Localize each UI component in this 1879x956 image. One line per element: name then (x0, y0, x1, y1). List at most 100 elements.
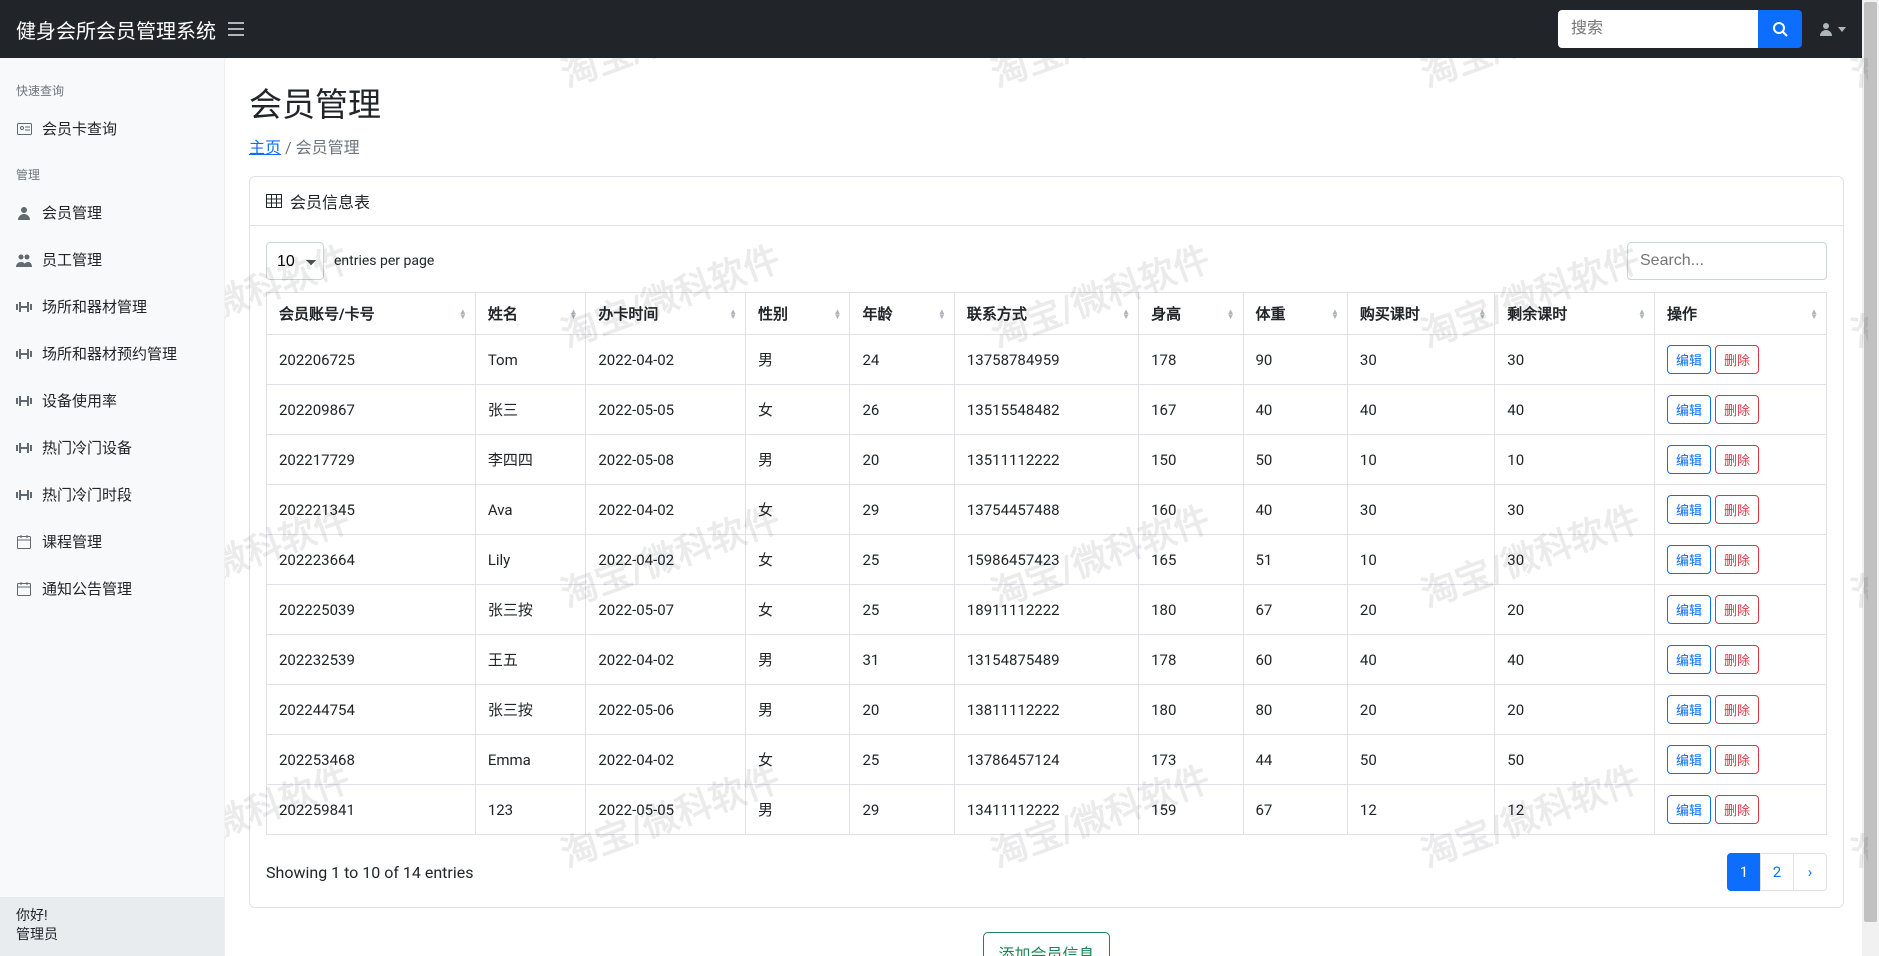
cell-actions: 编辑删除 (1654, 435, 1826, 485)
delete-button[interactable]: 删除 (1715, 595, 1759, 624)
greeting-label: 你好! (16, 907, 208, 927)
page-next-button[interactable]: › (1793, 853, 1827, 891)
column-header[interactable]: 体重▲▼ (1243, 293, 1347, 335)
sort-icon: ▲▼ (569, 309, 577, 319)
cell-actions: 编辑删除 (1654, 635, 1826, 685)
vertical-scrollbar[interactable] (1862, 0, 1879, 956)
id-card-icon (16, 123, 32, 135)
caret-down-icon (1838, 27, 1846, 32)
edit-button[interactable]: 编辑 (1667, 795, 1711, 824)
page-button-2[interactable]: 2 (1760, 853, 1794, 891)
table-row: 2022598411232022-05-05男29134111122221596… (267, 785, 1827, 835)
sidebar-item-label: 热门冷门设备 (42, 437, 132, 458)
column-header[interactable]: 年龄▲▼ (850, 293, 954, 335)
table-row: 202244754张三按2022-05-06男20138111122221808… (267, 685, 1827, 735)
column-header[interactable]: 办卡时间▲▼ (586, 293, 746, 335)
cell-name: Emma (475, 735, 586, 785)
user-menu[interactable] (1812, 15, 1852, 43)
cell-date: 2022-05-07 (586, 585, 746, 635)
edit-button[interactable]: 编辑 (1667, 545, 1711, 574)
cell-buy: 50 (1347, 735, 1494, 785)
table-row: 202232539王五2022-04-02男311315487548917860… (267, 635, 1827, 685)
cell-actions: 编辑删除 (1654, 485, 1826, 535)
cell-age: 31 (850, 635, 954, 685)
users-icon (16, 253, 32, 267)
cell-rem: 40 (1495, 385, 1655, 435)
cell-actions: 编辑删除 (1654, 385, 1826, 435)
edit-button[interactable]: 编辑 (1667, 345, 1711, 374)
delete-button[interactable]: 删除 (1715, 395, 1759, 424)
sidebar-heading-manage: 管理 (0, 152, 224, 189)
delete-button[interactable]: 删除 (1715, 545, 1759, 574)
cell-age: 25 (850, 585, 954, 635)
cell-date: 2022-04-02 (586, 485, 746, 535)
column-header[interactable]: 姓名▲▼ (475, 293, 586, 335)
cell-actions: 编辑删除 (1654, 585, 1826, 635)
table-row: 202221345Ava2022-04-02女29137544574881604… (267, 485, 1827, 535)
table-row: 202209867张三2022-05-05女261351554848216740… (267, 385, 1827, 435)
sidebar-item-member[interactable]: 会员管理 (0, 189, 224, 236)
delete-button[interactable]: 删除 (1715, 745, 1759, 774)
dumbbell-icon (16, 490, 32, 500)
cell-w: 80 (1243, 685, 1347, 735)
breadcrumb-current: 会员管理 (296, 138, 360, 157)
cell-sex: 男 (746, 635, 850, 685)
sidebar-item-booking[interactable]: 场所和器材预约管理 (0, 330, 224, 377)
edit-button[interactable]: 编辑 (1667, 645, 1711, 674)
sidebar-item-notice[interactable]: 通知公告管理 (0, 565, 224, 612)
page-button-1[interactable]: 1 (1727, 853, 1761, 891)
column-header[interactable]: 身高▲▼ (1139, 293, 1243, 335)
sidebar-item-card-query[interactable]: 会员卡查询 (0, 105, 224, 152)
edit-button[interactable]: 编辑 (1667, 495, 1711, 524)
delete-button[interactable]: 删除 (1715, 345, 1759, 374)
column-header[interactable]: 购买课时▲▼ (1347, 293, 1494, 335)
cell-h: 173 (1139, 735, 1243, 785)
column-header[interactable]: 操作▲▼ (1654, 293, 1826, 335)
sort-icon: ▲▼ (938, 309, 946, 319)
delete-button[interactable]: 删除 (1715, 795, 1759, 824)
cell-rem: 20 (1495, 585, 1655, 635)
sidebar-item-label: 会员管理 (42, 202, 102, 223)
global-search-button[interactable] (1758, 10, 1802, 48)
sidebar-item-label: 通知公告管理 (42, 578, 132, 599)
column-header[interactable]: 性别▲▼ (746, 293, 850, 335)
edit-button[interactable]: 编辑 (1667, 695, 1711, 724)
edit-button[interactable]: 编辑 (1667, 445, 1711, 474)
cell-phone: 13754457488 (954, 485, 1138, 535)
sidebar-item-course[interactable]: 课程管理 (0, 518, 224, 565)
sort-icon: ▲▼ (1331, 309, 1339, 319)
edit-button[interactable]: 编辑 (1667, 745, 1711, 774)
sort-icon: ▲▼ (1122, 309, 1130, 319)
sidebar-item-label: 场所和器材预约管理 (42, 343, 177, 364)
sidebar-item-hot-equip[interactable]: 热门冷门设备 (0, 424, 224, 471)
cell-buy: 10 (1347, 435, 1494, 485)
topbar: 健身会所会员管理系统 (0, 0, 1868, 58)
column-header[interactable]: 剩余课时▲▼ (1495, 293, 1655, 335)
sidebar-item-hot-time[interactable]: 热门冷门时段 (0, 471, 224, 518)
sidebar-item-venue[interactable]: 场所和器材管理 (0, 283, 224, 330)
sidebar-item-staff[interactable]: 员工管理 (0, 236, 224, 283)
delete-button[interactable]: 删除 (1715, 695, 1759, 724)
table-search-input[interactable] (1627, 242, 1827, 280)
cell-id: 202232539 (267, 635, 476, 685)
dumbbell-icon (16, 396, 32, 406)
delete-button[interactable]: 删除 (1715, 495, 1759, 524)
column-header[interactable]: 联系方式▲▼ (954, 293, 1138, 335)
sort-icon: ▲▼ (459, 309, 467, 319)
menu-toggle-icon[interactable] (228, 22, 244, 36)
scrollbar-thumb[interactable] (1864, 2, 1877, 922)
add-member-button[interactable]: 添加会员信息 (983, 932, 1109, 956)
cell-h: 180 (1139, 685, 1243, 735)
global-search-input[interactable] (1558, 10, 1758, 48)
cell-id: 202259841 (267, 785, 476, 835)
cell-w: 67 (1243, 785, 1347, 835)
page-length-select[interactable]: 10 (266, 242, 324, 280)
breadcrumb-home-link[interactable]: 主页 (249, 138, 281, 157)
edit-button[interactable]: 编辑 (1667, 395, 1711, 424)
sidebar-item-usage[interactable]: 设备使用率 (0, 377, 224, 424)
column-header[interactable]: 会员账号/卡号▲▼ (267, 293, 476, 335)
edit-button[interactable]: 编辑 (1667, 595, 1711, 624)
delete-button[interactable]: 删除 (1715, 645, 1759, 674)
delete-button[interactable]: 删除 (1715, 445, 1759, 474)
cell-actions: 编辑删除 (1654, 785, 1826, 835)
